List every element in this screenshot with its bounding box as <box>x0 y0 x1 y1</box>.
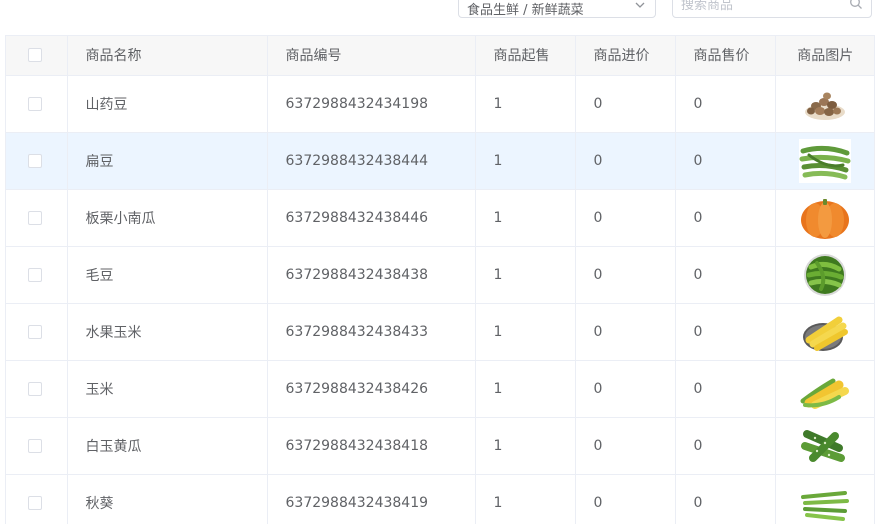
product-id: 6372988432438446 <box>285 209 429 226</box>
product-name: 秋葵 <box>85 495 114 512</box>
row-checkbox[interactable] <box>28 210 42 225</box>
pumpkin-icon[interactable] <box>799 196 851 240</box>
table-row[interactable]: 毛豆 6372988432438438 1 0 0 <box>6 246 874 304</box>
chevron-down-icon <box>635 2 645 8</box>
product-name: 山药豆 <box>85 96 128 113</box>
table-header-row: 商品名称 商品编号 商品起售 商品进价 商品售价 商品图片 <box>6 36 874 76</box>
product-min-sale: 1 <box>493 266 503 283</box>
row-checkbox[interactable] <box>28 381 42 396</box>
search-box[interactable] <box>672 0 872 18</box>
product-id: 6372988432438426 <box>285 380 429 397</box>
table-row[interactable]: 秋葵 6372988432438419 1 0 0 <box>6 474 874 524</box>
product-sale-price: 0 <box>693 323 703 340</box>
category-select-value: 食品生鲜 / 新鲜蔬菜 <box>467 3 584 18</box>
product-cost-price: 0 <box>593 266 603 283</box>
product-cost-price: 0 <box>593 494 603 511</box>
okra-icon[interactable] <box>799 481 851 524</box>
product-name: 毛豆 <box>85 267 114 284</box>
product-id: 6372988432438433 <box>285 323 429 340</box>
product-cost-price: 0 <box>593 209 603 226</box>
product-id: 6372988432438418 <box>285 437 429 454</box>
table-row[interactable]: 玉米 6372988432438426 1 0 0 <box>6 360 874 418</box>
product-name: 水果玉米 <box>85 324 142 341</box>
search-input[interactable] <box>681 0 841 15</box>
table-row[interactable]: 山药豆 6372988432434198 1 0 0 <box>6 75 874 133</box>
row-checkbox[interactable] <box>28 96 42 111</box>
product-cost-price: 0 <box>593 380 603 397</box>
select-all-cell <box>6 36 68 76</box>
product-name: 白玉黄瓜 <box>85 438 142 455</box>
product-id: 6372988432438419 <box>285 494 429 511</box>
row-checkbox[interactable] <box>28 153 42 168</box>
row-checkbox[interactable] <box>28 438 42 453</box>
product-sale-price: 0 <box>693 95 703 112</box>
product-sale-price: 0 <box>693 209 703 226</box>
product-cost-price: 0 <box>593 323 603 340</box>
category-select[interactable]: 食品生鲜 / 新鲜蔬菜 <box>458 0 656 18</box>
table-row[interactable]: 扁豆 6372988432438444 1 0 0 <box>6 132 874 190</box>
product-name: 玉米 <box>85 381 114 398</box>
column-header-id[interactable]: 商品编号 <box>267 36 476 76</box>
product-min-sale: 1 <box>493 494 503 511</box>
product-cost-price: 0 <box>593 95 603 112</box>
select-all-checkbox[interactable] <box>28 48 42 63</box>
product-id: 6372988432434198 <box>285 95 429 112</box>
filter-bar: 食品生鲜 / 新鲜蔬菜 <box>0 0 892 34</box>
row-checkbox[interactable] <box>28 495 42 510</box>
product-sale-price: 0 <box>693 266 703 283</box>
product-table: 商品名称 商品编号 商品起售 商品进价 商品售价 商品图片 山药豆 637298… <box>5 35 875 524</box>
product-min-sale: 1 <box>493 380 503 397</box>
product-cost-price: 0 <box>593 152 603 169</box>
product-cost-price: 0 <box>593 437 603 454</box>
column-header-name[interactable]: 商品名称 <box>67 36 268 76</box>
product-id: 6372988432438438 <box>285 266 429 283</box>
table-row[interactable]: 板栗小南瓜 6372988432438446 1 0 0 <box>6 189 874 247</box>
product-min-sale: 1 <box>493 209 503 226</box>
product-name: 扁豆 <box>85 153 114 170</box>
column-header-cost-price[interactable]: 商品进价 <box>575 36 676 76</box>
corn-icon[interactable] <box>799 367 851 411</box>
product-min-sale: 1 <box>493 323 503 340</box>
column-header-min-sale[interactable]: 商品起售 <box>475 36 576 76</box>
edamame-icon[interactable] <box>799 253 851 297</box>
product-sale-price: 0 <box>693 152 703 169</box>
cucumber-icon[interactable] <box>799 424 851 468</box>
product-min-sale: 1 <box>493 437 503 454</box>
row-checkbox[interactable] <box>28 267 42 282</box>
search-icon[interactable] <box>849 0 863 10</box>
product-sale-price: 0 <box>693 494 703 511</box>
product-name: 板栗小南瓜 <box>85 210 156 227</box>
product-min-sale: 1 <box>493 95 503 112</box>
product-id: 6372988432438444 <box>285 152 429 169</box>
row-checkbox[interactable] <box>28 324 42 339</box>
column-header-image[interactable]: 商品图片 <box>775 36 874 76</box>
product-sale-price: 0 <box>693 437 703 454</box>
flat-beans-icon[interactable] <box>799 138 852 183</box>
table-row[interactable]: 水果玉米 6372988432438433 1 0 0 <box>6 303 874 361</box>
product-min-sale: 1 <box>493 152 503 169</box>
sweet-corn-icon[interactable] <box>799 310 851 354</box>
yam-beans-icon[interactable] <box>799 82 851 126</box>
table-row[interactable]: 白玉黄瓜 6372988432438418 1 0 0 <box>6 417 874 475</box>
product-sale-price: 0 <box>693 380 703 397</box>
column-header-sale-price[interactable]: 商品售价 <box>675 36 776 76</box>
